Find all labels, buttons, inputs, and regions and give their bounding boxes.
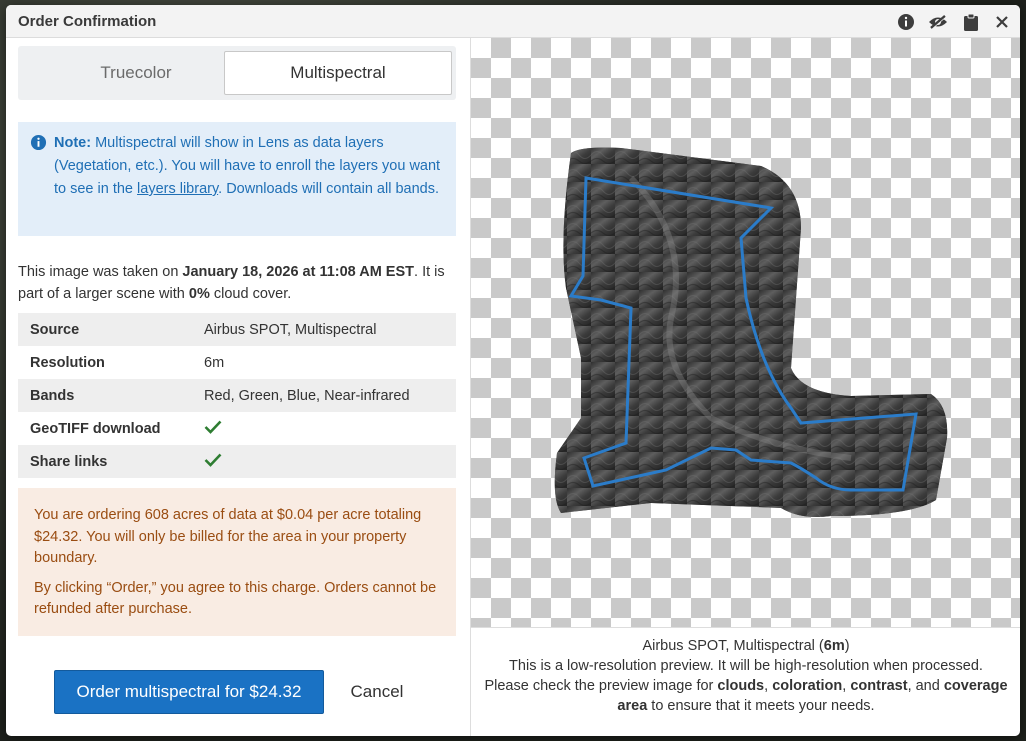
close-icon[interactable] <box>992 12 1012 32</box>
dialog-title: Order Confirmation <box>18 13 157 30</box>
billing-warning: You are ordering 608 acres of data at $0… <box>18 488 456 636</box>
truecolor-tab[interactable]: Truecolor <box>22 51 250 95</box>
spec-value: 6m <box>204 354 225 371</box>
checkmark-icon <box>204 453 222 471</box>
spec-value: Red, Green, Blue, Near-infrared <box>204 387 410 404</box>
order-details-panel: Truecolor Multispectral Note: Multispect… <box>18 38 456 736</box>
spec-row-bands: Bands Red, Green, Blue, Near-infrared <box>18 379 456 412</box>
info-circle-icon[interactable] <box>896 12 916 32</box>
preview-check-note: Please check the preview image for cloud… <box>484 678 1008 714</box>
check-prefix: Please check the preview image for <box>484 678 718 694</box>
checkmark-icon <box>204 420 222 438</box>
imagery-type-toggle: Truecolor Multispectral <box>18 46 456 100</box>
preview-source: Airbus SPOT, Multispectral (6m) <box>471 636 1020 656</box>
eye-slash-icon[interactable] <box>928 12 948 32</box>
clipboard-icon[interactable] <box>961 12 981 32</box>
preview-panel: Airbus SPOT, Multispectral (6m) This is … <box>470 38 1020 736</box>
specs-table: Source Airbus SPOT, Multispectral Resolu… <box>18 313 456 478</box>
preview-source-text: Airbus SPOT, Multispectral ( <box>642 638 824 654</box>
capture-suffix: cloud cover. <box>209 286 292 302</box>
check-and: , and <box>907 678 944 694</box>
info-circle-icon <box>30 134 47 159</box>
spec-row-resolution: Resolution 6m <box>18 346 456 379</box>
spec-row-share-links: Share links <box>18 445 456 478</box>
spec-row-geotiff: GeoTIFF download <box>18 412 456 445</box>
order-button[interactable]: Order multispectral for $24.32 <box>54 670 324 714</box>
billing-summary: You are ordering 608 acres of data at $0… <box>34 507 422 566</box>
note-label: Note: <box>54 135 92 151</box>
preview-source-end: ) <box>844 638 850 654</box>
multispectral-tab[interactable]: Multispectral <box>224 51 452 95</box>
spec-key: GeoTIFF download <box>30 420 161 437</box>
keyword-clouds: clouds <box>717 678 765 694</box>
note-text-end: . Downloads will contain all bands. <box>218 181 439 197</box>
spec-value: Airbus SPOT, Multispectral <box>204 321 377 338</box>
dialog-titlebar: Order Confirmation <box>6 5 1020 38</box>
keyword-coloration: coloration <box>772 678 843 694</box>
spec-key: Bands <box>30 387 75 404</box>
preview-low-res-note: This is a low-resolution preview. It wil… <box>509 658 983 674</box>
spec-key: Source <box>30 321 80 338</box>
billing-agreement: By clicking “Order,” you agree to this c… <box>34 579 437 618</box>
spec-key: Share links <box>30 453 108 470</box>
preview-caption: Airbus SPOT, Multispectral (6m) This is … <box>471 636 1020 716</box>
keyword-contrast: contrast <box>850 678 908 694</box>
cloud-cover-value: 0% <box>188 286 210 302</box>
capture-date: January 18, 2026 at 11:08 AM EST <box>182 264 415 280</box>
capture-info: This image was taken on January 18, 2026… <box>18 261 456 305</box>
multispectral-note: Note: Multispectral will show in Lens as… <box>18 122 456 236</box>
spec-row-source: Source Airbus SPOT, Multispectral <box>18 313 456 346</box>
preview-image <box>554 147 948 518</box>
cancel-button[interactable]: Cancel <box>344 678 410 706</box>
check-suffix: to ensure that it meets your needs. <box>647 698 875 714</box>
layers-library-link[interactable]: layers library <box>137 181 218 197</box>
preview-resolution: 6m <box>823 638 845 654</box>
spec-key: Resolution <box>30 354 105 371</box>
imagery-preview <box>471 38 1020 628</box>
capture-prefix: This image was taken on <box>18 264 183 280</box>
order-confirmation-dialog: Order Confirmation Truecolor Multispectr… <box>6 5 1020 736</box>
